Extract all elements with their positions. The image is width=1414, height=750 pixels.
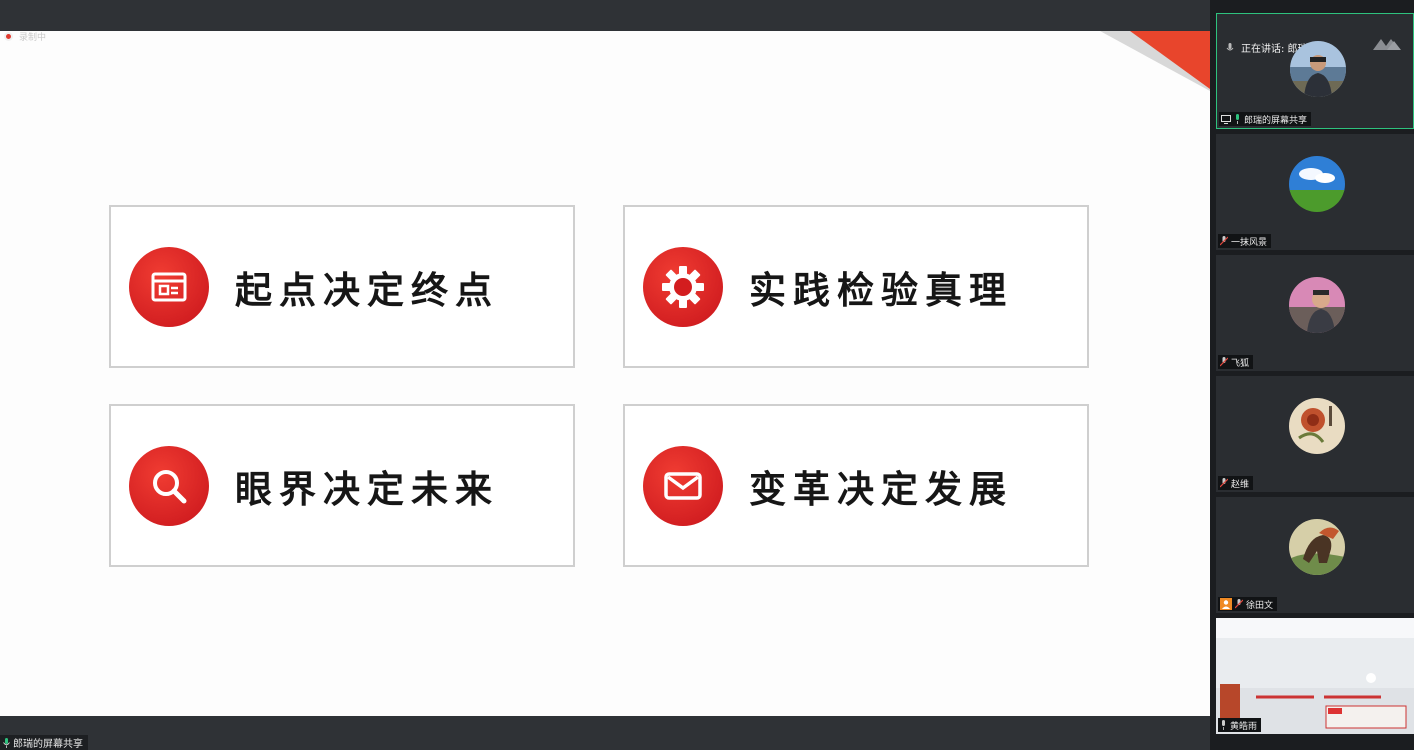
participant-tile[interactable]: 正在讲话: 郎瑞; 郎瑞的屏幕共享 <box>1216 13 1414 129</box>
record-icon <box>4 31 13 41</box>
recording-label: 录制中 <box>19 32 47 43</box>
participant-name: 飞狐 <box>1231 358 1250 369</box>
participant-name: 赵维 <box>1231 479 1250 490</box>
share-label: 郎瑞的屏幕共享 <box>13 739 83 750</box>
participant-tile[interactable]: 飞狐 <box>1216 255 1414 371</box>
screen-share-icon <box>1221 114 1231 124</box>
microphone-icon <box>3 737 10 748</box>
host-icon <box>1220 598 1232 610</box>
participant-tile[interactable]: 徐田文 <box>1216 497 1414 613</box>
microphone-muted-icon <box>1220 236 1228 246</box>
gear-icon <box>643 246 723 327</box>
participant-tile[interactable]: 一抹风景 <box>1216 134 1414 250</box>
participant-tile[interactable]: 赵维 <box>1216 376 1414 492</box>
avatar <box>1289 398 1345 454</box>
search-icon <box>129 445 209 526</box>
microphone-muted-icon <box>1220 357 1228 367</box>
shared-screen-slide: 起点决定终点 实践检验真理 眼界决定未来 变革决定发展 <box>0 31 1210 716</box>
card-label: 起点决定终点 <box>235 267 499 312</box>
participant-name-tag: 赵维 <box>1218 476 1254 490</box>
card-label: 实践检验真理 <box>749 267 1013 312</box>
participant-name: 黄皓雨 <box>1230 721 1258 732</box>
microphone-icon <box>1236 114 1239 124</box>
top-bar <box>0 0 1210 31</box>
participant-name-tag: 一抹风景 <box>1218 234 1272 248</box>
microphone-muted-icon <box>1235 599 1243 609</box>
speaker-icon <box>1226 42 1234 50</box>
screen-share-tag: 郎瑞的屏幕共享 <box>0 735 88 750</box>
microphone-muted-icon <box>1220 478 1228 488</box>
card-vision-future: 眼界决定未来 <box>109 404 575 567</box>
bottom-bar <box>0 716 1210 750</box>
card-start-point: 起点决定终点 <box>109 205 575 368</box>
avatar <box>1289 277 1345 333</box>
participant-name-tag: 黄皓雨 <box>1218 718 1262 732</box>
recording-indicator[interactable]: 录制中 <box>4 30 47 43</box>
card-reform-development: 变革决定发展 <box>623 404 1089 567</box>
envelope-icon <box>643 445 723 526</box>
meeting-window: 起点决定终点 实践检验真理 眼界决定未来 变革决定发展 录制中 郎瑞的屏幕共享 … <box>0 0 1414 750</box>
participant-name: 一抹风景 <box>1231 237 1268 248</box>
participant-name: 徐田文 <box>1246 600 1274 611</box>
avatar <box>1290 41 1346 97</box>
participants-panel: 正在讲话: 郎瑞; 郎瑞的屏幕共享 一抹风景 飞狐 赵维 徐田文 黄皓雨 <box>1210 0 1414 750</box>
card-practice-truth: 实践检验真理 <box>623 205 1089 368</box>
avatar <box>1289 156 1345 212</box>
participant-name-tag: 郎瑞的屏幕共享 <box>1219 112 1312 126</box>
avatar <box>1289 519 1345 575</box>
microphone-icon <box>1222 720 1225 730</box>
classroom-video-feed <box>1216 618 1414 734</box>
card-label: 变革决定发展 <box>749 466 1013 511</box>
presentation-icon <box>129 246 209 327</box>
app-logo-icon <box>1373 39 1401 50</box>
participant-name: 郎瑞的屏幕共享 <box>1244 115 1308 126</box>
participant-video-tile[interactable]: 黄皓雨 <box>1216 618 1414 734</box>
participant-name-tag: 飞狐 <box>1218 355 1254 369</box>
corner-decoration <box>1100 31 1210 91</box>
card-label: 眼界决定未来 <box>235 466 499 511</box>
participant-name-tag: 徐田文 <box>1218 597 1278 611</box>
